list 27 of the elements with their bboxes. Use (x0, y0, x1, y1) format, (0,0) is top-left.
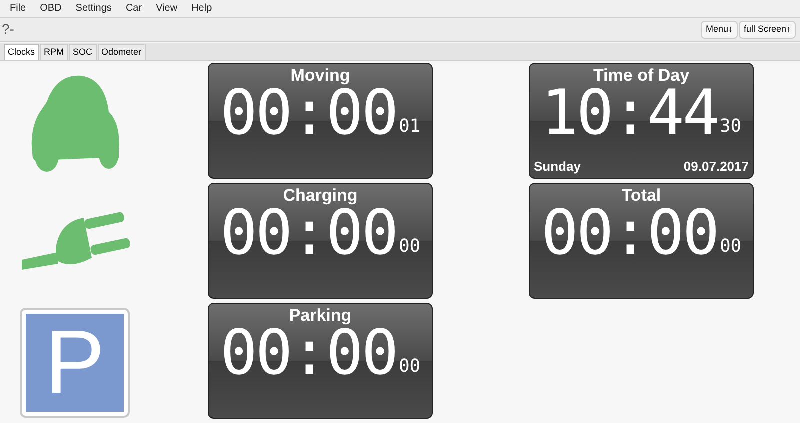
date-label: 09.07.2017 (684, 158, 749, 176)
clock-time: 00:00 (541, 202, 718, 264)
clock-title: Charging (283, 187, 358, 204)
day-label: Sunday (534, 158, 581, 176)
menu-item[interactable]: Car (126, 1, 142, 16)
tab[interactable]: Odometer (98, 44, 146, 60)
tab[interactable]: SOC (69, 44, 97, 60)
toolbar-button[interactable]: full Screen↑ (738, 20, 796, 38)
menu-item[interactable]: Help (192, 1, 212, 16)
clock-seconds: 01 (398, 118, 421, 136)
menu-item[interactable]: View (156, 1, 178, 16)
clock-title: Total (622, 187, 662, 204)
clock-seconds: 00 (720, 238, 742, 256)
tab[interactable]: RPM (40, 44, 68, 60)
clock-title: Parking (289, 307, 352, 324)
status-text: ?- (2, 20, 14, 39)
clock-seconds: 30 (720, 118, 742, 136)
clock-title: Time of Day (593, 67, 690, 84)
parking-sign: P (20, 308, 130, 418)
menu-item[interactable]: File (10, 1, 26, 16)
menu-item[interactable]: Settings (76, 1, 112, 16)
toolbar-button[interactable]: Menu↓ (700, 20, 738, 38)
clock-seconds: 00 (398, 358, 421, 376)
tab[interactable]: Clocks (4, 44, 40, 60)
clock-title: Moving (290, 67, 350, 84)
clock-seconds: 00 (398, 238, 421, 256)
menu-item[interactable]: OBD (40, 1, 62, 16)
